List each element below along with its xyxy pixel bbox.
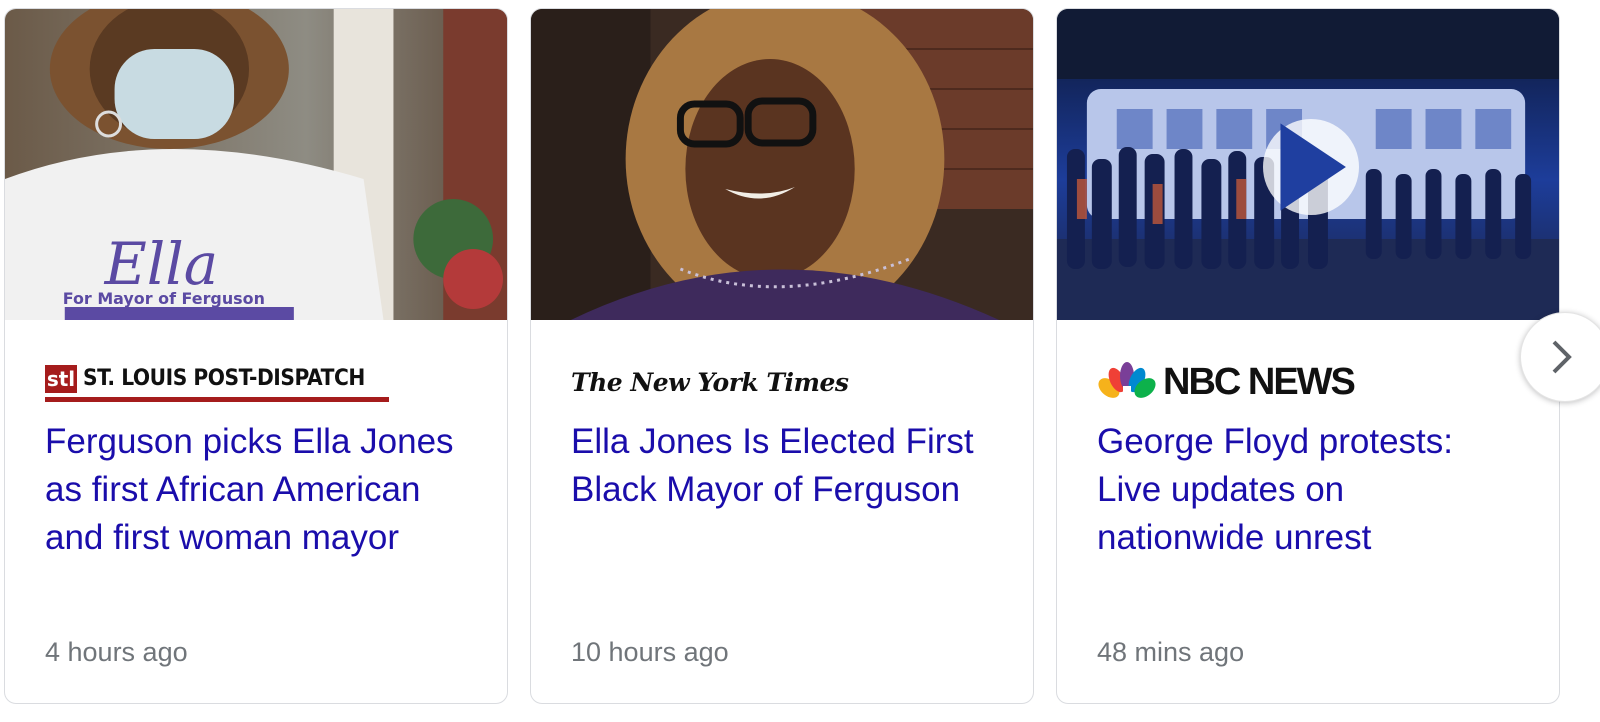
timestamp: 10 hours ago (571, 637, 729, 667)
shirt-text-name: Ella (104, 230, 219, 298)
stl-post-dispatch-logo: stl ST. LOUIS POST-DISPATCH (45, 362, 390, 402)
carousel-next-button[interactable] (1520, 312, 1600, 402)
nyt-logo: The New York Times (571, 367, 849, 397)
thumbnail-image (531, 9, 1033, 320)
news-card-body: The New York Times Ella Jones Is Elected… (531, 320, 1033, 703)
news-headline-link[interactable]: Ferguson picks Ella Jones as first Afric… (45, 418, 455, 562)
thumbnail-image: Ella For Mayor of Ferguson (5, 9, 507, 320)
source-logo: stl ST. LOUIS POST-DISPATCH (45, 354, 390, 410)
news-carousel: Ella For Mayor of Ferguson stl ST. LOUIS… (0, 0, 1600, 722)
nbc-news-logo: NBC NEWS (1097, 360, 1356, 404)
news-thumbnail[interactable]: Ella For Mayor of Ferguson (5, 9, 507, 320)
source-logo: The New York Times (571, 354, 849, 410)
play-video-button[interactable] (1263, 119, 1359, 215)
news-headline-link[interactable]: George Floyd protests: Live updates on n… (1097, 418, 1507, 562)
play-icon (1280, 123, 1346, 211)
source-logo: NBC NEWS (1097, 354, 1356, 410)
news-card-body: stl ST. LOUIS POST-DISPATCH Ferguson pic… (5, 320, 507, 703)
news-thumbnail[interactable] (1057, 9, 1559, 320)
timestamp: 4 hours ago (45, 637, 188, 667)
stl-badge-icon: stl (45, 364, 77, 393)
source-name: NBC NEWS (1163, 360, 1356, 403)
timestamp: 48 mins ago (1097, 637, 1245, 667)
chevron-right-icon (1552, 340, 1572, 374)
news-card[interactable]: NBC NEWS George Floyd protests: Live upd… (1056, 8, 1560, 704)
nbc-peacock-icon (1098, 362, 1156, 402)
shirt-text-slogan: For Mayor of Ferguson (63, 289, 265, 308)
news-thumbnail[interactable] (531, 9, 1033, 320)
news-card-body: NBC NEWS George Floyd protests: Live upd… (1057, 320, 1559, 703)
news-card[interactable]: The New York Times Ella Jones Is Elected… (530, 8, 1034, 704)
news-card[interactable]: Ella For Mayor of Ferguson stl ST. LOUIS… (4, 8, 508, 704)
source-name: ST. LOUIS POST-DISPATCH (83, 366, 365, 391)
news-headline-link[interactable]: Ella Jones Is Elected First Black Mayor … (571, 418, 981, 514)
